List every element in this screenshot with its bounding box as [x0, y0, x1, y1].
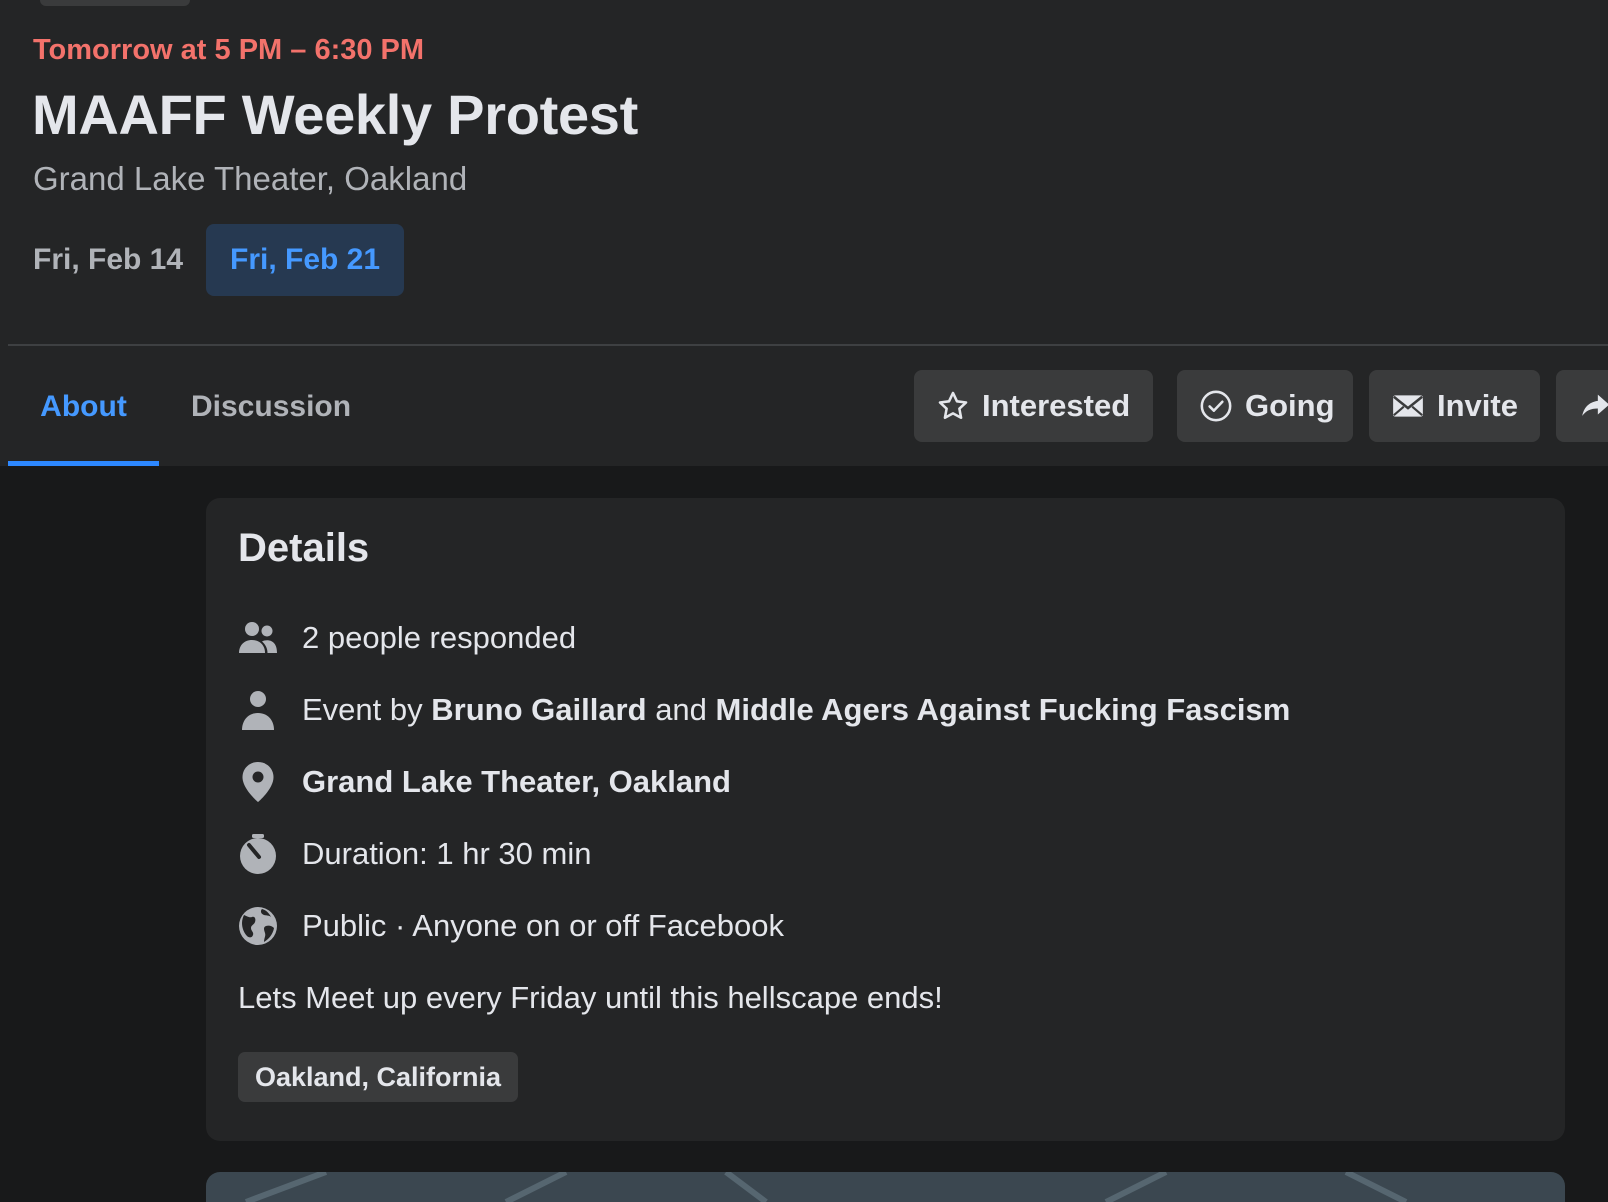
event-location[interactable]: Grand Lake Theater, Oakland [33, 160, 467, 198]
event-header: Tomorrow at 5 PM – 6:30 PM MAAFF Weekly … [0, 0, 1608, 466]
location-pin-icon [238, 760, 278, 804]
going-label: Going [1245, 388, 1335, 423]
privacy-text: Public · Anyone on or off Facebook [302, 908, 784, 943]
detail-privacy: Public · Anyone on or off Facebook [238, 904, 784, 948]
host-link-bruno[interactable]: Bruno Gaillard [431, 692, 646, 728]
detail-responded[interactable]: 2 people responded [238, 616, 576, 660]
invite-label: Invite [1437, 388, 1518, 423]
and-word: and [655, 692, 707, 727]
details-card: Details 2 people responded Event by Brun… [206, 498, 1565, 1141]
event-title: MAAFF Weekly Protest [32, 83, 638, 146]
cover-edge [40, 0, 190, 6]
interested-button[interactable]: Interested [914, 370, 1153, 442]
host-link-maaff[interactable]: Middle Agers Against Fucking Fascism [716, 692, 1291, 728]
map-roads [244, 1172, 1408, 1202]
header-divider [8, 344, 1608, 346]
stopwatch-icon [238, 832, 278, 876]
event-time: Tomorrow at 5 PM – 6:30 PM [33, 34, 425, 66]
tab-discussion[interactable]: Discussion [191, 370, 351, 466]
event-by-prefix: Event by [302, 692, 423, 727]
person-icon [238, 688, 278, 732]
interested-label: Interested [982, 388, 1131, 423]
globe-icon [238, 904, 278, 948]
going-button[interactable]: Going [1177, 370, 1353, 442]
responded-text: 2 people responded [302, 620, 577, 655]
share-icon [1578, 389, 1608, 423]
detail-duration: Duration: 1 hr 30 min [238, 832, 591, 876]
detail-location[interactable]: Grand Lake Theater, Oakland [238, 760, 731, 804]
location-tag[interactable]: Oakland, California [238, 1052, 519, 1102]
envelope-icon [1391, 389, 1425, 423]
people-icon [238, 616, 278, 660]
map-preview[interactable] [206, 1172, 1565, 1202]
date-option-feb-14[interactable]: Fri, Feb 14 [33, 224, 183, 296]
location-text: Grand Lake Theater, Oakland [302, 764, 731, 799]
check-circle-icon [1199, 389, 1233, 423]
star-icon [936, 389, 970, 423]
event-description: Lets Meet up every Friday until this hel… [238, 980, 943, 1015]
invite-button[interactable]: Invite [1369, 370, 1540, 442]
date-option-feb-21[interactable]: Fri, Feb 21 [206, 224, 405, 296]
tab-about[interactable]: About [8, 370, 159, 466]
duration-text: Duration: 1 hr 30 min [302, 836, 592, 871]
detail-host: Event by Bruno Gaillard and Middle Agers… [238, 688, 1290, 732]
share-button[interactable] [1556, 370, 1608, 442]
details-heading: Details [238, 526, 370, 570]
